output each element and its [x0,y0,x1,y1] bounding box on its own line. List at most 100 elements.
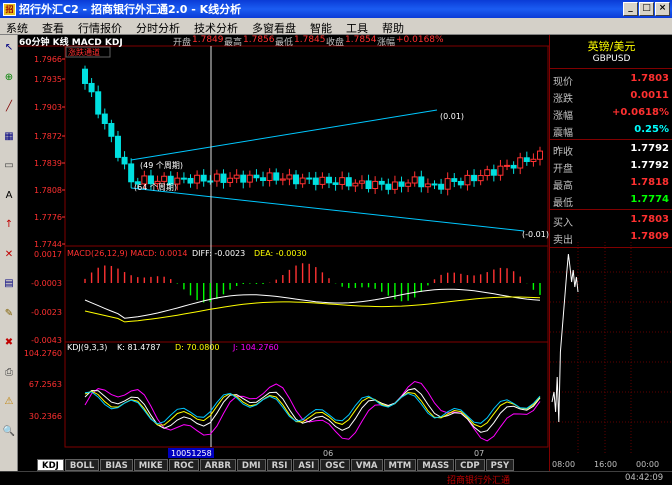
tab-rsi[interactable]: RSI [266,459,293,471]
intraday-mini-chart[interactable]: 08:00 16:00 00:00 [550,242,672,471]
tab-mike[interactable]: MIKE [133,459,168,471]
macd-axis-label: 0.0017 [34,250,62,259]
delete-icon[interactable]: ✖ [2,336,16,349]
instrument-code: GBPUSD [592,54,631,64]
candle-body [88,82,95,93]
candle-body [438,183,445,190]
candle-body [220,173,227,183]
candle-body [128,163,135,183]
quote-info-bar: 60分钟 K线 MACD KDJ 开盘 1.7849 最高 1.7856 最低 … [18,35,549,48]
candle-body [246,174,253,183]
macd-dea-label: DEA: -0.0030 [254,249,307,258]
tab-boll[interactable]: BOLL [64,459,100,471]
macd-axis-label: -0.0023 [31,308,62,317]
arrow-icon[interactable]: ↑ [2,218,16,231]
candle-body [378,180,385,185]
candle-body [464,174,471,186]
tab-mtm[interactable]: MTM [383,459,417,471]
open-value: 1.7849 [192,35,224,45]
candle-body [273,172,280,181]
pen-icon[interactable]: ✎ [2,307,16,320]
overlay-title: 涨跌通道 [68,47,100,57]
candle-body [424,183,431,188]
search-icon[interactable]: 🔍 [2,425,16,438]
mini-time-label: 08:00 [552,460,575,469]
candle-body [121,156,128,165]
macd-title: MACD(26,12,9) MACD: 0.0014 [67,249,188,258]
menu-multiwindow[interactable]: 多窗看盘 [246,18,304,35]
candle-body [405,182,412,187]
macd-bars-group [84,263,541,303]
menu-technical[interactable]: 技术分析 [188,18,246,35]
candle-body [345,177,352,187]
quote-row-value: 1.7792 [630,160,669,171]
cursor-icon[interactable]: ↖ [2,41,16,54]
chart-icon[interactable]: ▤ [2,277,16,290]
menu-intraday[interactable]: 分时分析 [130,18,188,35]
quote-row: 最高 1.7818 [550,175,672,192]
candle-body [200,174,207,182]
clock: 04:42:09 [625,473,664,483]
tab-bias[interactable]: BIAS [100,459,133,471]
close-button[interactable]: × [655,2,670,16]
chart-area[interactable]: 1.7966 1.7935 1.7903 1.7872 1.7839 1.7808 1.77… [18,35,549,459]
minimize-button[interactable]: _ [623,2,638,16]
grid-icon[interactable]: ▦ [2,130,16,143]
low-label: 最低 [275,38,294,48]
price-axis-label: 1.7808 [34,186,62,195]
maximize-button[interactable]: □ [639,2,654,16]
candle-body [451,178,458,182]
menu-smart[interactable]: 智能 [304,18,340,35]
period-label: 60分钟 K线 MACD KDJ [19,38,123,48]
text-icon[interactable]: A [2,189,16,202]
candle-body [306,177,313,180]
candle-body [95,91,102,115]
panel-divider [550,209,672,210]
ruler-icon[interactable]: ▭ [2,159,16,172]
tab-mass[interactable]: MASS [417,459,455,471]
tab-asi[interactable]: ASI [293,459,320,471]
print-icon[interactable]: ⎙ [2,366,16,379]
candle-body [484,169,491,177]
macd-diff-label: DIFF: -0.0023 [192,249,245,258]
candle-body [187,177,194,184]
candle-body [411,176,418,184]
kline-chart-svg[interactable]: 1.7966 1.7935 1.7903 1.7872 1.7839 1.7808 1.77… [18,35,549,459]
tab-arbr[interactable]: ARBR [199,459,236,471]
line-icon[interactable]: ╱ [2,100,16,113]
tab-roc[interactable]: ROC [168,459,199,471]
quote-panel: 英镑/美元 GBPUSD 08:00 16:00 00:00 现价 1.7803 涨跌 0… [549,35,672,471]
quote-row: 震幅 0.25% [550,122,672,139]
menu-quotes[interactable]: 行情报价 [72,18,130,35]
tab-vma[interactable]: VMA [350,459,383,471]
candle-body [537,150,543,160]
tab-cdp[interactable]: CDP [455,459,485,471]
warning-icon[interactable]: ⚠ [2,395,16,408]
menu-system[interactable]: 系统 [0,18,36,35]
quote-row-label: 涨跌 [553,94,573,105]
candle-body [293,174,300,185]
quote-row-label: 最高 [553,181,573,192]
status-text: 招商银行外汇通 [447,476,511,485]
candle-body [312,177,319,185]
change-label: 涨幅 [377,38,396,48]
price-axis-label: 1.7966 [34,55,62,64]
tab-psy[interactable]: PSY [485,459,515,471]
candle-body [253,174,260,179]
zoom-icon[interactable]: ⊕ [2,71,16,84]
candle-body [279,178,286,181]
cross-icon[interactable]: ✕ [2,248,16,261]
candle-body [108,122,115,137]
tab-dmi[interactable]: DMI [236,459,266,471]
tab-kdj[interactable]: KDJ [37,459,64,471]
candle-body [227,177,234,183]
menu-view[interactable]: 查看 [36,18,72,35]
low-value: 1.7845 [294,35,326,45]
candle-body [240,174,247,183]
candle-body [358,180,365,184]
macd-diff-line [84,288,541,319]
macd-axis-label: -0.0003 [31,279,62,288]
tab-osc[interactable]: OSC [320,459,350,471]
menu-help[interactable]: 帮助 [376,18,412,35]
menu-tools[interactable]: 工具 [340,18,376,35]
